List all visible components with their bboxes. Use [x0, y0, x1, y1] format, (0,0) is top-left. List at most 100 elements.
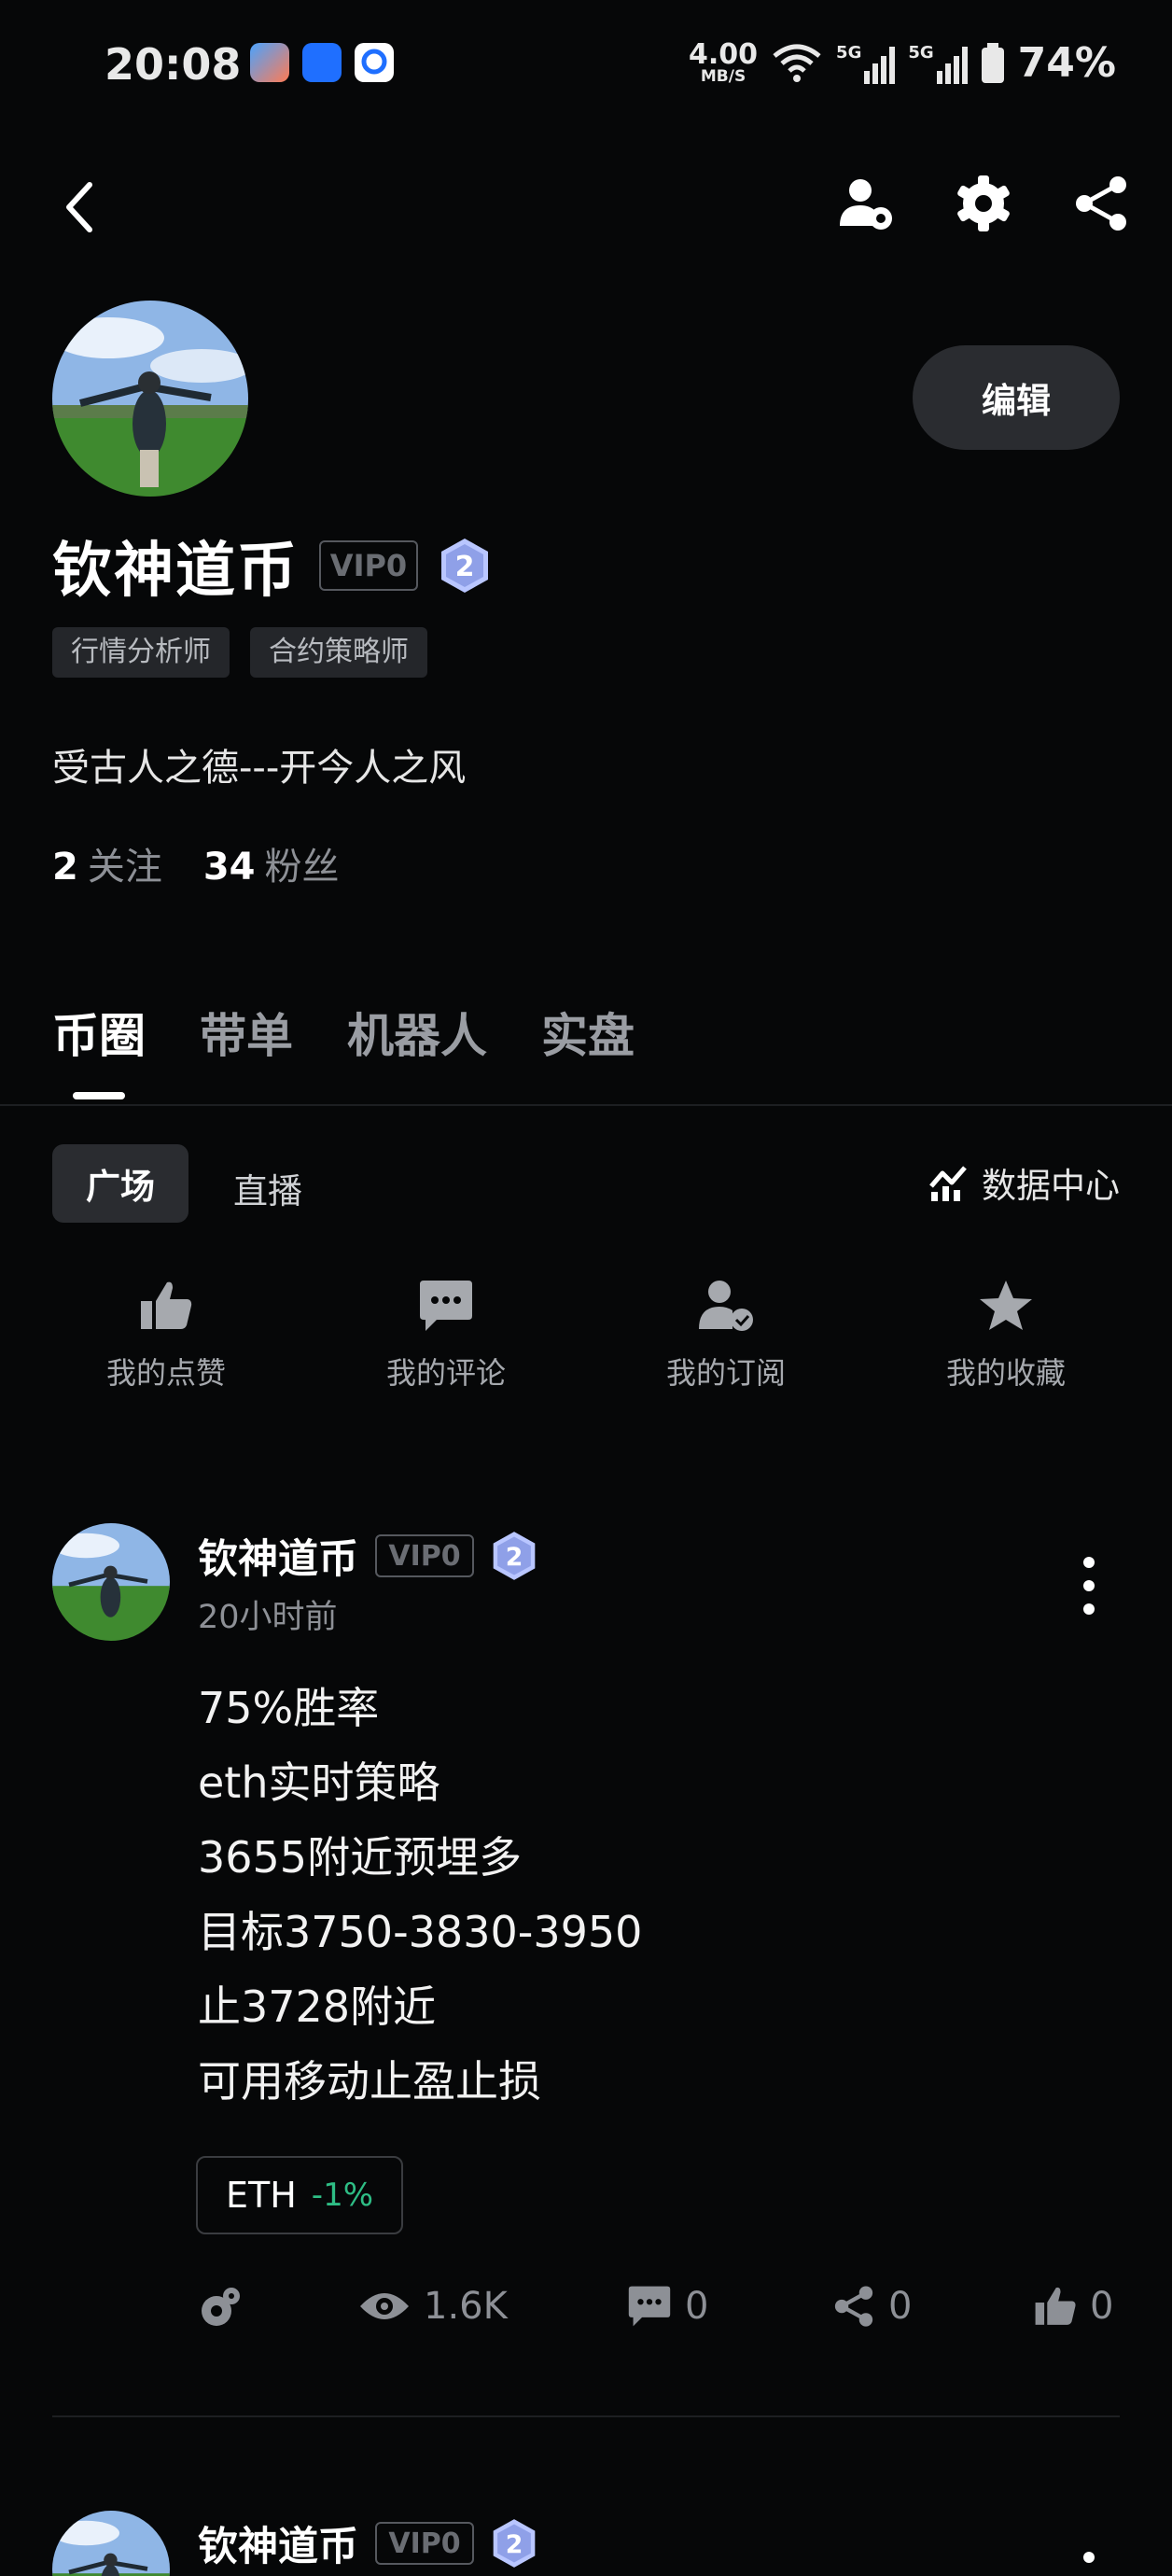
wifi-icon	[773, 44, 821, 82]
battery-percent: 74%	[1017, 39, 1116, 87]
game-app-icon	[250, 43, 289, 82]
tab-live-account[interactable]: 实盘	[541, 999, 635, 1066]
post-author-name[interactable]: 钦神道币	[198, 2514, 358, 2572]
following-stat[interactable]: 2 关注	[52, 836, 162, 890]
more-options-icon[interactable]	[1075, 2546, 1103, 2576]
quick-my-comments[interactable]: 我的评论	[353, 1279, 539, 1393]
eye-icon	[360, 2293, 409, 2319]
subtab-live[interactable]: 直播	[233, 1163, 302, 1213]
quick-my-likes[interactable]: 我的点赞	[73, 1279, 259, 1393]
post-level-text: 2	[506, 2530, 523, 2559]
post-author-avatar[interactable]	[52, 2511, 170, 2576]
g-app-icon	[355, 43, 394, 82]
status-time: 20:08	[105, 39, 242, 90]
repost-icon	[202, 2288, 240, 2326]
quick-my-subscriptions[interactable]: 我的订阅	[633, 1279, 819, 1393]
comment-button[interactable]: 0	[627, 2285, 708, 2328]
status-bar: 20:08 4.00 MB/S 5G 5G 74%	[0, 0, 1172, 131]
post-line: 止3728附近	[198, 1981, 437, 2032]
followers-count: 34	[202, 846, 256, 889]
post-author-avatar[interactable]	[52, 1523, 170, 1641]
gear-icon[interactable]	[954, 174, 1013, 233]
like-button[interactable]: 0	[1034, 2285, 1113, 2328]
post-content: 75%胜率 eth实时策略 3655附近预埋多 目标3750-3830-3950…	[198, 1671, 642, 2119]
level-badge-icon: 2	[441, 539, 488, 593]
post-line: 可用移动止盈止损	[198, 2056, 541, 2107]
share-button[interactable]: 0	[832, 2285, 912, 2328]
subtab-square[interactable]: 广场	[52, 1144, 188, 1223]
following-label: 关注	[87, 846, 162, 889]
followers-stat[interactable]: 34 粉丝	[203, 836, 340, 890]
views-indicator: 1.6K	[358, 2285, 508, 2328]
followers-label: 粉丝	[264, 846, 340, 889]
post-vip-badge: VIP0	[375, 2522, 474, 2565]
coin-tag[interactable]: ETH -1%	[196, 2156, 404, 2234]
comment-icon	[628, 2286, 671, 2327]
share-icon[interactable]	[1071, 174, 1131, 233]
level-badge-text: 2	[455, 551, 475, 583]
tab-copy-trading[interactable]: 带单	[200, 999, 293, 1066]
profile-name-row: 钦神道币 VIP0 2	[52, 523, 491, 609]
post-line: 3655附近预埋多	[198, 1832, 523, 1883]
tag-analyst: 行情分析师	[52, 627, 230, 678]
active-tab-indicator	[73, 1092, 125, 1099]
net-speed: 4.00 MB/S	[689, 41, 758, 85]
thumb-up-icon	[141, 1281, 192, 1329]
quick-my-subscriptions-label: 我的订阅	[665, 1355, 786, 1391]
post-line: 目标3750-3830-3950	[198, 1907, 643, 1957]
more-options-icon[interactable]	[1075, 1553, 1103, 1618]
coin-change: -1%	[311, 2177, 374, 2214]
main-tabs: 币圈 带单 机器人 实盘	[52, 999, 635, 1066]
quick-my-comments-label: 我的评论	[385, 1355, 506, 1391]
signal-label-2: 5G	[908, 42, 934, 63]
battery-icon	[981, 42, 1004, 83]
status-right-group: 4.00 MB/S 5G 5G 74%	[689, 39, 1116, 87]
coin-symbol: ETH	[226, 2175, 297, 2216]
profile-bio: 受古人之德---开今人之风	[52, 747, 467, 790]
back-icon[interactable]	[58, 177, 99, 237]
signal-label-1: 5G	[836, 42, 862, 63]
thumb-up-icon	[1035, 2287, 1076, 2325]
tag-strategist: 合约策略师	[250, 627, 427, 678]
post-actions: 1.6K 0 0 0	[0, 2285, 1172, 2350]
quick-my-favorites-label: 我的收藏	[945, 1355, 1066, 1391]
post-author-row: 钦神道币 VIP0 2	[198, 1527, 537, 1585]
views-count: 1.6K	[424, 2285, 508, 2328]
star-icon	[980, 1281, 1032, 1330]
profile-avatar[interactable]	[52, 301, 248, 497]
quick-my-likes-label: 我的点赞	[105, 1355, 226, 1391]
user-settings-icon[interactable]	[836, 174, 896, 233]
data-center-label: 数据中心	[982, 1166, 1120, 1206]
profile-tags: 行情分析师 合约策略师	[52, 627, 427, 678]
comment-count: 0	[685, 2285, 709, 2328]
post-author-name[interactable]: 钦神道币	[198, 1527, 358, 1585]
level-badge-icon: 2	[493, 1532, 536, 1580]
chart-icon	[929, 1166, 967, 1201]
share-icon	[834, 2286, 873, 2327]
vip-badge: VIP0	[319, 540, 418, 591]
profile-name: 钦神道币	[52, 537, 299, 606]
blue-app-icon	[302, 43, 342, 82]
post-time: 20小时前	[198, 1599, 338, 1636]
post-divider	[52, 2415, 1120, 2417]
subscribe-icon	[699, 1281, 753, 1331]
signal-icon-2: 5G	[908, 42, 968, 84]
tab-bots[interactable]: 机器人	[347, 999, 487, 1066]
quick-my-favorites[interactable]: 我的收藏	[913, 1279, 1099, 1393]
like-count: 0	[1090, 2285, 1114, 2328]
tab-crypto[interactable]: 币圈	[52, 999, 146, 1066]
following-count: 2	[52, 846, 78, 889]
repost-button[interactable]	[198, 2285, 243, 2330]
post-author-row: 钦神道币 VIP0 2	[198, 2514, 537, 2572]
data-center-link[interactable]: 数据中心	[928, 1157, 1120, 1208]
status-app-icons	[250, 43, 394, 82]
net-speed-unit: MB/S	[700, 67, 746, 86]
post-line: 75%胜率	[198, 1683, 380, 1733]
post-line: eth实时策略	[198, 1757, 440, 1808]
level-badge-icon: 2	[493, 2519, 536, 2568]
comment-icon	[420, 1281, 472, 1331]
edit-profile-button[interactable]: 编辑	[913, 345, 1120, 450]
share-count: 0	[888, 2285, 913, 2328]
tabs-divider	[0, 1104, 1172, 1106]
net-speed-value: 4.00	[689, 38, 759, 71]
